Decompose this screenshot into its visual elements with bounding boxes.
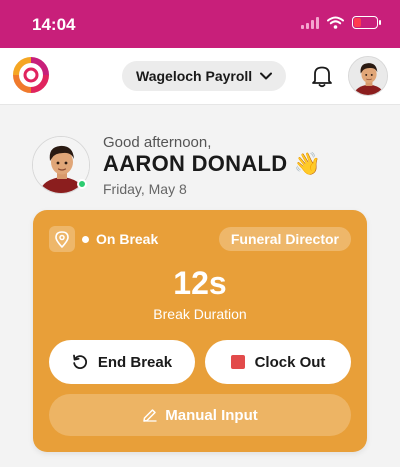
status-icons	[301, 16, 381, 29]
signal-icon	[301, 16, 319, 29]
end-break-label: End Break	[97, 353, 173, 371]
status-bar: 14:04	[0, 0, 400, 48]
profile-avatar[interactable]	[348, 56, 388, 96]
battery-icon	[352, 16, 381, 29]
manual-input-label: Manual Input	[165, 406, 258, 424]
end-break-button[interactable]: End Break	[49, 340, 195, 384]
user-name-text: AARON DONALD	[103, 151, 288, 176]
role-badge: Funeral Director	[218, 227, 351, 251]
wave-emoji: 👋	[293, 151, 322, 176]
clock-out-label: Clock Out	[254, 353, 326, 371]
org-selector[interactable]: Wageloch Payroll	[122, 61, 287, 91]
restart-icon	[72, 354, 87, 369]
clock-out-button[interactable]: Clock Out	[205, 340, 351, 384]
pencil-icon	[143, 408, 157, 422]
break-status-card: On Break Funeral Director 12s Break Dura…	[33, 210, 367, 452]
app-logo[interactable]	[12, 56, 50, 94]
chevron-down-icon	[260, 72, 273, 80]
greeting-salutation: Good afternoon,	[103, 134, 212, 151]
org-name: Wageloch Payroll	[136, 68, 253, 84]
manual-input-button[interactable]: Manual Input	[49, 394, 351, 436]
top-nav: Wageloch Payroll	[0, 48, 400, 105]
status-time: 14:04	[32, 15, 76, 34]
user-name: AARON DONALD 👋	[103, 151, 322, 177]
break-duration-label: Break Duration	[153, 306, 247, 322]
location-pin-icon	[55, 230, 69, 248]
stop-icon	[230, 355, 245, 369]
location-button[interactable]	[49, 226, 75, 252]
wifi-icon	[327, 16, 344, 29]
current-date: Friday, May 8	[103, 181, 187, 197]
status-dot	[82, 236, 89, 243]
user-avatar[interactable]	[32, 136, 90, 194]
online-status-dot	[77, 179, 87, 189]
break-duration-value: 12s	[173, 265, 227, 301]
battery-level	[354, 18, 361, 27]
bell-icon[interactable]	[311, 64, 333, 88]
status-label: On Break	[96, 231, 159, 247]
